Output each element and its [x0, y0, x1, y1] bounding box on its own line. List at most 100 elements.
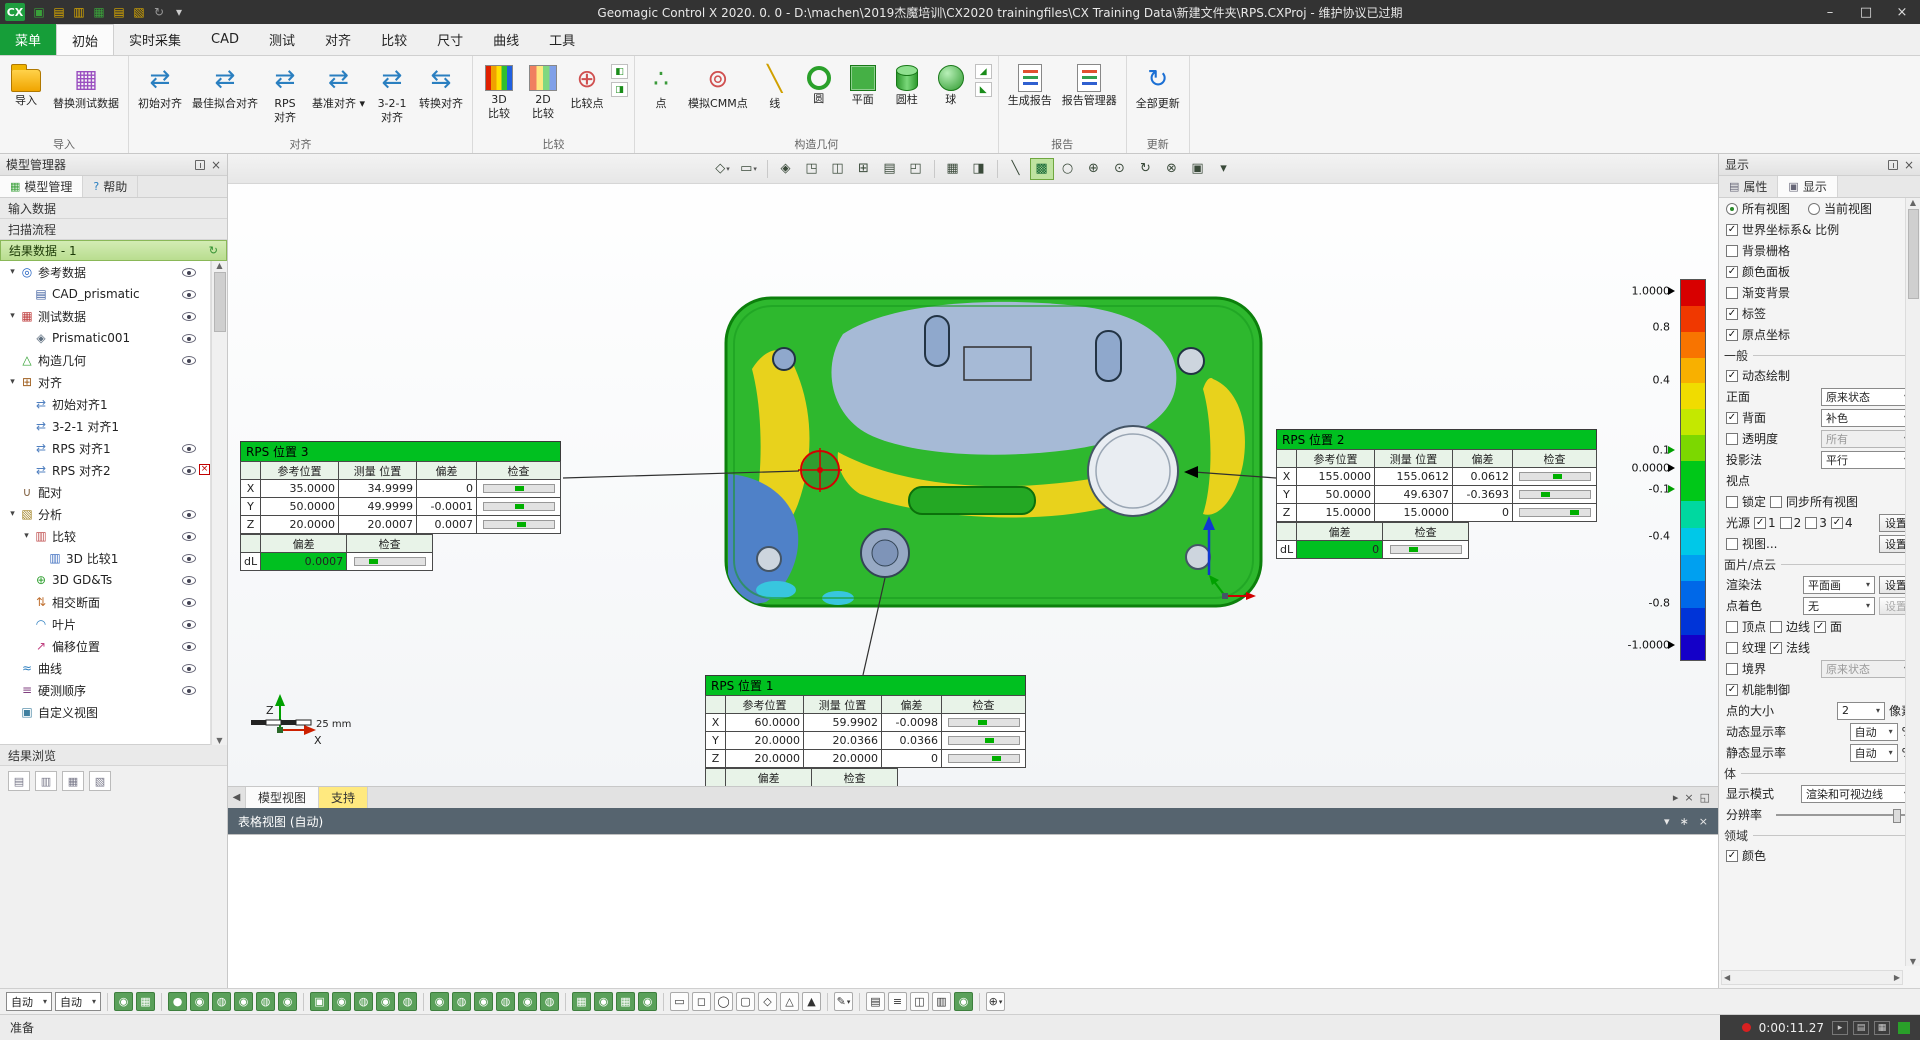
select-12[interactable]: 平行 — [1821, 451, 1913, 469]
checkbox-14[interactable] — [1726, 496, 1738, 508]
result-view-icon-3[interactable]: ▧ — [89, 771, 111, 791]
bottom-tool-icon-20[interactable]: ◉ — [518, 992, 537, 1011]
ribbon-button-2-2[interactable]: ⊕比较点 — [565, 58, 609, 114]
select-10[interactable]: 补色 — [1821, 409, 1913, 427]
ribbon-button-2-1[interactable]: 2D 比较 — [521, 58, 565, 124]
pin-icon[interactable] — [1888, 160, 1898, 170]
bottom-tool-icon-31[interactable]: ▢ — [736, 992, 755, 1011]
visibility-eye-icon[interactable] — [182, 642, 196, 651]
visibility-eye-icon[interactable] — [182, 598, 196, 607]
checkbox-16[interactable] — [1726, 538, 1738, 550]
light-checkbox-3[interactable] — [1805, 517, 1817, 529]
tree-item[interactable]: ⇄RPS 对齐2× — [0, 459, 210, 481]
bottom-select-1[interactable]: 自动 — [55, 992, 101, 1011]
quickbar-more-icon[interactable]: ▾ — [170, 3, 188, 21]
bottom-tool-icon-41[interactable]: ▥ — [932, 992, 951, 1011]
tree-item[interactable]: ⇅相交断面 — [0, 591, 210, 613]
visibility-eye-icon[interactable] — [182, 664, 196, 673]
checkbox-5[interactable]: ✓ — [1726, 308, 1738, 320]
ribbon-button-4-1[interactable]: 报告管理器 — [1057, 58, 1122, 111]
menu-tab-8[interactable]: 曲线 — [478, 24, 534, 55]
bottom-tool-icon-3[interactable]: ● — [168, 992, 187, 1011]
tableview-pin-icon[interactable]: ∗ — [1680, 815, 1689, 828]
grid-display[interactable]: ▦ — [941, 158, 965, 180]
tree-item[interactable]: ▾▧分析 — [0, 503, 210, 525]
view-tab-1[interactable]: 支持 — [319, 787, 368, 808]
ribbon-button-1-2[interactable]: ⇄RPS 对齐 — [263, 58, 307, 128]
bottom-tool-icon-4[interactable]: ◉ — [190, 992, 209, 1011]
scroll-down-icon[interactable]: ▼ — [216, 736, 222, 745]
visibility-eye-icon[interactable] — [182, 356, 196, 365]
checkbox-23[interactable]: ✓ — [1726, 684, 1738, 696]
light-checkbox-2[interactable] — [1780, 517, 1792, 529]
status-icon-2[interactable]: ▦ — [1874, 1021, 1890, 1035]
panel-close-icon[interactable]: × — [1904, 158, 1914, 172]
pin-icon[interactable] — [195, 160, 205, 170]
shaded-display[interactable]: ◨ — [967, 158, 991, 180]
ribbon-button-3-3[interactable]: 圆 — [797, 58, 841, 109]
rps-table[interactable]: RPS 位置 3参考位置测量 位置偏差检查X35.000034.99990Y50… — [240, 441, 561, 571]
bottom-tool-icon-44[interactable]: ⊕▾ — [986, 992, 1005, 1011]
tab-scroll-left-icon[interactable]: ◀ — [228, 787, 246, 808]
menu-tab-7[interactable]: 尺寸 — [422, 24, 478, 55]
checkbox-6[interactable]: ✓ — [1726, 329, 1738, 341]
tree-scrollbar[interactable]: ▲ ▼ — [211, 261, 227, 745]
bottom-tool-icon-23[interactable]: ▦ — [572, 992, 591, 1011]
ribbon-button-3-0[interactable]: ∴点 — [639, 58, 683, 114]
scroll-down-icon[interactable]: ▼ — [1910, 957, 1916, 966]
circle-select-tool[interactable]: ○ — [1056, 158, 1080, 180]
two-pane-view[interactable]: ◫ — [826, 158, 850, 180]
menu-tab-4[interactable]: 测试 — [254, 24, 310, 55]
visibility-eye-icon[interactable] — [182, 686, 196, 695]
select-26[interactable]: 自动 — [1850, 744, 1898, 762]
bottom-tool-icon-24[interactable]: ◉ — [594, 992, 613, 1011]
result-view-icon-2[interactable]: ▦ — [62, 771, 84, 791]
bottom-tool-icon-11[interactable]: ◉ — [332, 992, 351, 1011]
clear-selection-tool[interactable]: ⊗ — [1160, 158, 1184, 180]
table-view-bar[interactable]: 表格视图 (自动) ▾∗× — [228, 808, 1718, 834]
light-checkbox-4[interactable]: ✓ — [1831, 517, 1843, 529]
checkbox-14[interactable] — [1770, 496, 1782, 508]
bottom-tool-icon-25[interactable]: ▦ — [616, 992, 635, 1011]
bottom-tool-icon-12[interactable]: ◍ — [354, 992, 373, 1011]
display-panel-scrollbar[interactable]: ▲ ▼ — [1905, 198, 1920, 966]
resolution-slider[interactable] — [1776, 814, 1909, 816]
bottom-tool-icon-6[interactable]: ◉ — [234, 992, 253, 1011]
layout-custom[interactable]: ◰ — [904, 158, 928, 180]
model-manager-tab-1[interactable]: ?帮助 — [83, 176, 138, 197]
bottom-tool-icon-28[interactable]: ▭ — [670, 992, 689, 1011]
layout-horizontal[interactable]: ▤ — [878, 158, 902, 180]
detach-view-icon[interactable]: ◱ — [1700, 791, 1710, 804]
bottom-tool-icon-33[interactable]: △ — [780, 992, 799, 1011]
scroll-thumb[interactable] — [1908, 209, 1919, 299]
menu-tab-1[interactable]: 初始 — [56, 24, 114, 55]
checkbox-21[interactable] — [1726, 642, 1738, 654]
tree-item[interactable]: ⇄RPS 对齐1 — [0, 437, 210, 459]
visibility-eye-icon[interactable] — [182, 466, 196, 475]
menu-tab-3[interactable]: CAD — [196, 24, 254, 55]
tree-item[interactable]: ▾▦测试数据 — [0, 305, 210, 327]
checkbox-21[interactable]: ✓ — [1770, 642, 1782, 654]
bottom-tool-icon-34[interactable]: ▲ — [802, 992, 821, 1011]
four-pane-view[interactable]: ⊞ — [852, 158, 876, 180]
scroll-thumb[interactable] — [214, 272, 226, 332]
menu-tab-5[interactable]: 对齐 — [310, 24, 366, 55]
expand-selection-tool[interactable]: ⊕ — [1082, 158, 1106, 180]
visibility-eye-icon[interactable] — [182, 554, 196, 563]
ribbon-button-1-4[interactable]: ⇄3-2-1 对齐 — [370, 58, 414, 128]
bottom-tool-icon-26[interactable]: ◉ — [638, 992, 657, 1011]
select-25[interactable]: 自动 — [1850, 723, 1898, 741]
bottom-tool-icon-16[interactable]: ◉ — [430, 992, 449, 1011]
expand-icon[interactable]: ▾ — [6, 377, 19, 387]
color-scale-marker[interactable] — [1668, 464, 1679, 472]
tree-item[interactable]: ▣自定义视图 — [0, 701, 210, 723]
bottom-tool-icon-19[interactable]: ◍ — [496, 992, 515, 1011]
bottom-tool-icon-14[interactable]: ◍ — [398, 992, 417, 1011]
menu-tab-6[interactable]: 比较 — [366, 24, 422, 55]
tree-item[interactable]: ↗偏移位置 — [0, 635, 210, 657]
tree-item[interactable]: ≈曲线 — [0, 657, 210, 679]
visibility-eye-icon[interactable] — [182, 444, 196, 453]
view-cube[interactable]: ◈ — [774, 158, 798, 180]
bottom-tool-icon-7[interactable]: ◍ — [256, 992, 275, 1011]
expand-icon[interactable]: ▾ — [6, 311, 19, 321]
